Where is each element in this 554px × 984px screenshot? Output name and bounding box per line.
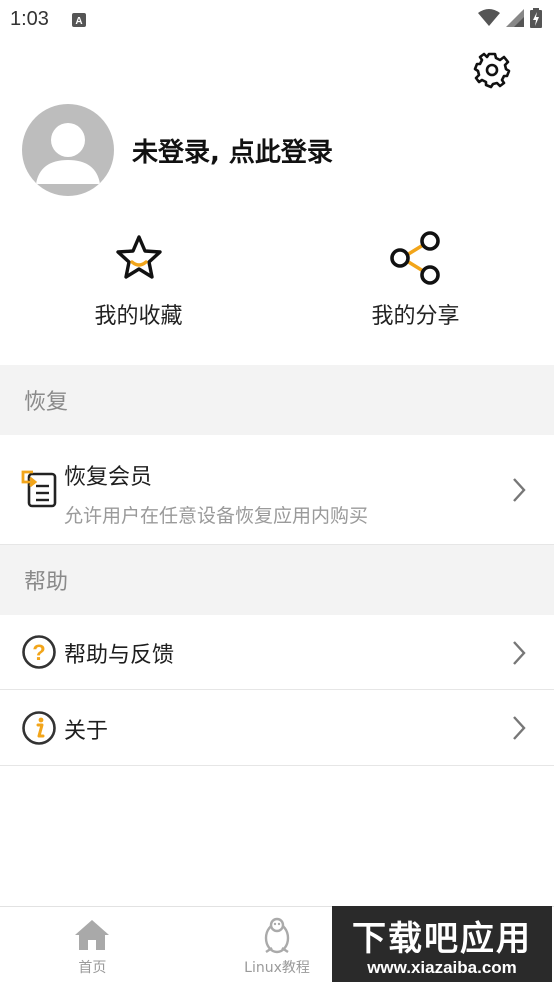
my-favorites-button[interactable]: 我的收藏 [0,230,277,340]
my-shares-label: 我的分享 [371,304,460,329]
chevron-right-icon [510,639,528,667]
restore-membership-row[interactable]: 恢复会员 允许用户在任意设备恢复应用内购买 [0,435,554,545]
help-feedback-text: 帮助与反馈 [64,637,174,669]
signal-icon [506,9,524,31]
restore-membership-title: 恢复会员 [64,465,153,490]
svg-text:?: ? [32,640,45,665]
watermark-main-text: 下载吧应用 [352,918,532,959]
avatar[interactable] [22,104,114,196]
svg-text:A: A [75,16,82,27]
chevron-right-icon [510,476,528,504]
star-icon [111,230,167,286]
about-text: 关于 [64,713,108,745]
nav-label-linux: Linux教程 [244,960,310,976]
home-icon [72,917,112,953]
question-icon: ? [20,633,58,671]
restore-icon [20,469,58,508]
nav-item-home[interactable]: 首页 [0,907,185,984]
login-profile-row[interactable]: 未登录, 点此登录 [22,104,532,196]
section-header-restore: 恢复 [0,365,554,435]
a-notification-icon: A [72,12,86,27]
my-favorites-label: 我的收藏 [94,304,183,329]
help-feedback-row[interactable]: ? 帮助与反馈 [0,615,554,690]
login-prompt[interactable]: 未登录, 点此登录 [132,132,333,169]
chevron-right-icon [510,714,528,742]
wifi-icon [478,9,500,31]
linux-penguin-icon [257,917,297,954]
status-time: 1:03 [10,8,49,30]
battery-charging-icon [530,8,542,32]
person-icon [22,123,114,196]
about-title: 关于 [64,719,109,744]
settings-button[interactable] [470,50,514,94]
restore-membership-text: 恢复会员 允许用户在任意设备恢复应用内购买 [64,459,368,528]
help-feedback-title: 帮助与反馈 [64,643,175,668]
quick-actions: 我的收藏 我的分享 [0,230,554,340]
about-row[interactable]: 关于 [0,690,554,766]
section-header-help: 帮助 [0,545,554,615]
watermark: 下载吧应用 www.xiazaiba.com [332,906,552,982]
share-icon [388,230,444,286]
info-icon [20,709,58,747]
gear-icon [473,51,511,93]
watermark-url-text: www.xiazaiba.com [367,957,517,977]
screen: 1:03 A 未登录, 点此登录 我的收藏 我的分享 恢复 恢复会员 允许用户在… [0,0,554,984]
restore-membership-subtitle: 允许用户在任意设备恢复应用内购买 [64,505,369,527]
status-bar: 1:03 A [0,0,554,40]
nav-label-home: 首页 [78,960,107,976]
status-icons [478,8,542,32]
my-shares-button[interactable]: 我的分享 [277,230,554,340]
